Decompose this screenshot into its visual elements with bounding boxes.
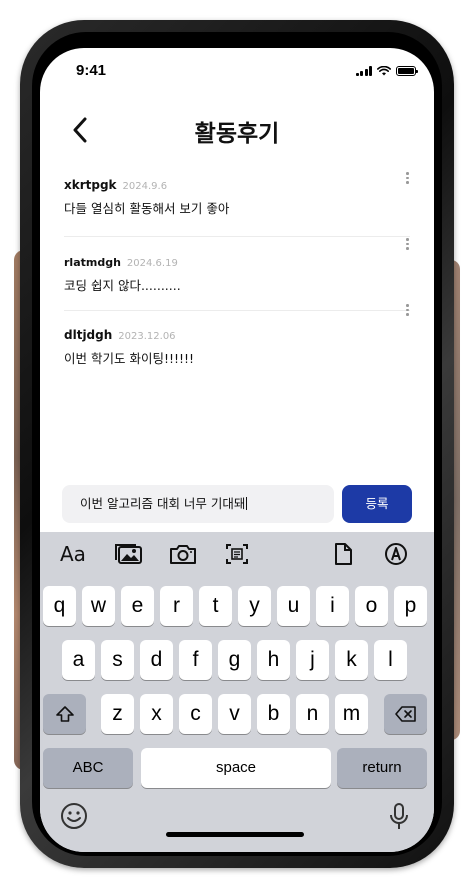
key-f[interactable]: f — [179, 640, 212, 680]
space-key[interactable]: space — [141, 748, 331, 788]
review-text: 코딩 쉽지 않다.......... — [64, 278, 181, 293]
more-options-icon[interactable] — [406, 172, 410, 186]
abc-key[interactable]: ABC — [43, 748, 133, 788]
shift-icon — [55, 706, 74, 723]
review-username: dltjdgh — [64, 328, 113, 342]
stage: 9:41 활동후기 xkrtpgk 2024.9.6 다들 열심히 활동해서 보… — [0, 0, 474, 881]
key-k[interactable]: k — [335, 640, 368, 680]
submit-button[interactable]: 등록 — [342, 485, 412, 523]
review-date: 2024.6.19 — [126, 258, 178, 269]
text-format-button[interactable]: Aa — [60, 542, 86, 566]
key-c[interactable]: c — [179, 694, 212, 734]
review-username: xkrtpgk — [64, 178, 117, 192]
key-p[interactable]: p — [394, 586, 427, 626]
delete-key[interactable] — [384, 694, 427, 734]
key-d[interactable]: d — [140, 640, 173, 680]
key-u[interactable]: u — [277, 586, 310, 626]
page-title: 활동후기 — [194, 121, 280, 147]
return-key[interactable]: return — [337, 748, 427, 788]
keyboard: Aa q w e r t y u i o p a s d f g h j k l… — [40, 532, 434, 852]
scan-text-icon[interactable] — [224, 542, 250, 566]
shift-key[interactable] — [43, 694, 86, 734]
camera-icon[interactable] — [168, 542, 198, 566]
cellular-signal-icon — [355, 66, 372, 76]
key-y[interactable]: y — [238, 586, 271, 626]
backspace-icon — [394, 706, 416, 723]
comment-input-value: 이번 알고리즘 대회 너무 기대돼 — [80, 496, 246, 511]
key-g[interactable]: g — [218, 640, 251, 680]
battery-icon — [396, 66, 418, 76]
status-time: 9:41 — [76, 62, 107, 79]
comment-input[interactable]: 이번 알고리즘 대회 너무 기대돼 — [62, 485, 334, 523]
key-o[interactable]: o — [355, 586, 388, 626]
key-l[interactable]: l — [374, 640, 407, 680]
key-e[interactable]: e — [121, 586, 154, 626]
home-indicator[interactable] — [166, 832, 304, 837]
review-item: xkrtpgk 2024.9.6 다들 열심히 활동해서 보기 좋아 — [40, 172, 434, 217]
more-options-icon[interactable] — [406, 238, 410, 252]
photo-library-icon[interactable] — [114, 542, 144, 566]
review-text: 이번 학기도 화이팅!!!!!! — [64, 351, 195, 366]
review-date: 2023.12.06 — [118, 331, 176, 342]
review-text: 다들 열심히 활동해서 보기 좋아 — [64, 201, 230, 216]
more-options-icon[interactable] — [406, 304, 410, 318]
key-j[interactable]: j — [296, 640, 329, 680]
comment-composer: 이번 알고리즘 대회 너무 기대돼 등록 — [62, 485, 412, 525]
key-v[interactable]: v — [218, 694, 251, 734]
key-z[interactable]: z — [101, 694, 134, 734]
key-t[interactable]: t — [199, 586, 232, 626]
key-b[interactable]: b — [257, 694, 290, 734]
key-i[interactable]: i — [316, 586, 349, 626]
microphone-icon[interactable] — [388, 802, 410, 832]
key-r[interactable]: r — [160, 586, 193, 626]
keyboard-toolbar: Aa — [40, 532, 434, 576]
status-icons — [355, 66, 418, 76]
status-bar: 9:41 — [40, 48, 434, 92]
key-a[interactable]: a — [62, 640, 95, 680]
review-item: dltjdgh 2023.12.06 이번 학기도 화이팅!!!!!! — [40, 304, 434, 367]
wifi-icon — [377, 66, 391, 76]
app-header: 활동후기 — [40, 110, 434, 150]
key-x[interactable]: x — [140, 694, 173, 734]
divider — [64, 236, 410, 237]
document-icon[interactable] — [332, 542, 354, 566]
text-caret — [246, 497, 248, 510]
review-username: rlatmdgh — [64, 256, 121, 269]
divider — [64, 310, 410, 311]
key-h[interactable]: h — [257, 640, 290, 680]
key-q[interactable]: q — [43, 586, 76, 626]
review-date: 2024.9.6 — [122, 181, 168, 192]
key-s[interactable]: s — [101, 640, 134, 680]
key-m[interactable]: m — [335, 694, 368, 734]
review-item: rlatmdgh 2024.6.19 코딩 쉽지 않다.......... — [40, 238, 434, 294]
key-w[interactable]: w — [82, 586, 115, 626]
phone-screen: 9:41 활동후기 xkrtpgk 2024.9.6 다들 열심히 활동해서 보… — [40, 48, 434, 852]
markup-pen-icon[interactable] — [384, 542, 408, 566]
emoji-icon[interactable] — [60, 802, 88, 830]
key-n[interactable]: n — [296, 694, 329, 734]
